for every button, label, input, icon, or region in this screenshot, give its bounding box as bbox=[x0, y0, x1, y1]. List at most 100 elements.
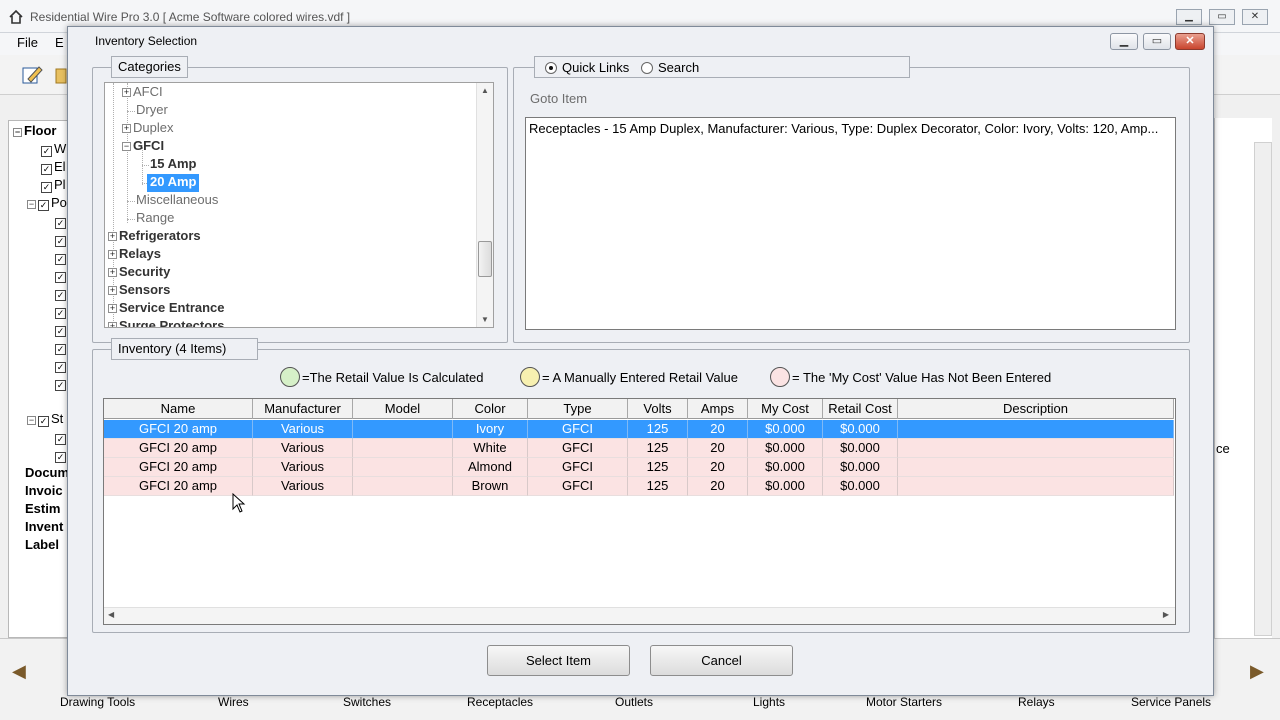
main-minimize-button[interactable]: ▁ bbox=[1176, 9, 1202, 25]
tab-receptacles[interactable]: Receptacles bbox=[467, 695, 533, 709]
main-maximize-button[interactable]: ▭ bbox=[1209, 9, 1235, 25]
main-close-button[interactable]: ✕ bbox=[1242, 9, 1268, 25]
column-header[interactable]: Name bbox=[104, 399, 253, 419]
categories-tree[interactable]: + AFCI Dryer + Duplex − GFCI 15 Amp 20 Amp … bbox=[104, 82, 494, 328]
column-header[interactable]: My Cost bbox=[748, 399, 823, 419]
checkbox-checked-icon[interactable]: ✓ bbox=[55, 308, 66, 319]
dialog-minimize-button[interactable]: ▁ bbox=[1110, 33, 1138, 50]
tree-invoices[interactable]: Invoic bbox=[25, 483, 63, 501]
checkbox-checked-icon[interactable]: ✓ bbox=[55, 272, 66, 283]
expand-icon[interactable]: + bbox=[108, 322, 117, 327]
tab-switches[interactable]: Switches bbox=[343, 695, 391, 709]
tree-item[interactable]: ✓ W bbox=[41, 141, 66, 159]
checkbox-checked-icon[interactable]: ✓ bbox=[55, 236, 66, 247]
tree-item[interactable]: ✓ El bbox=[41, 159, 66, 177]
checkbox-checked-icon[interactable]: ✓ bbox=[41, 182, 52, 193]
checkbox-checked-icon[interactable]: ✓ bbox=[55, 254, 66, 265]
tab-wires[interactable]: Wires bbox=[218, 695, 249, 709]
column-header[interactable]: Description bbox=[898, 399, 1174, 419]
scrollbar-thumb[interactable] bbox=[478, 241, 492, 277]
column-header[interactable]: Retail Cost bbox=[823, 399, 898, 419]
column-header[interactable]: Color bbox=[453, 399, 528, 419]
tab-drawing-tools[interactable]: Drawing Tools bbox=[60, 695, 135, 709]
tree-documents[interactable]: Docum bbox=[25, 465, 69, 483]
scroll-up-arrow-icon[interactable]: ▲ bbox=[481, 86, 489, 95]
checkbox-checked-icon[interactable]: ✓ bbox=[55, 362, 66, 373]
checkbox-checked-icon[interactable]: ✓ bbox=[55, 290, 66, 301]
tab-outlets[interactable]: Outlets bbox=[615, 695, 653, 709]
tree-node-15-amp[interactable]: 15 Amp bbox=[150, 156, 196, 174]
column-header[interactable]: Amps bbox=[688, 399, 748, 419]
scroll-left-arrow-icon[interactable]: ◀ bbox=[12, 661, 26, 682]
tree-node-range[interactable]: Range bbox=[136, 210, 174, 228]
tree-node-refrigerators[interactable]: + Refrigerators bbox=[108, 228, 201, 246]
dialog-maximize-button[interactable]: ▭ bbox=[1143, 33, 1171, 50]
checkbox-checked-icon[interactable]: ✓ bbox=[41, 164, 52, 175]
grid-horizontal-scrollbar[interactable]: ◀ ▶ bbox=[104, 607, 1175, 624]
expand-icon[interactable]: + bbox=[108, 286, 117, 295]
categories-scrollbar[interactable]: ▲ ▼ bbox=[476, 83, 493, 327]
table-row[interactable]: GFCI 20 amp Various Almond GFCI 125 20 $0.000 $… bbox=[104, 458, 1174, 477]
tree-item[interactable]: − ✓ St bbox=[27, 411, 63, 429]
select-item-button[interactable]: Select Item bbox=[487, 645, 630, 676]
collapse-icon[interactable]: − bbox=[27, 416, 36, 425]
tree-node-security[interactable]: + Security bbox=[108, 264, 170, 282]
tree-labels[interactable]: Label bbox=[25, 537, 59, 555]
search-radio[interactable]: Search bbox=[641, 58, 699, 80]
cancel-button[interactable]: Cancel bbox=[650, 645, 793, 676]
tree-node-duplex[interactable]: + Duplex bbox=[122, 120, 173, 138]
scroll-down-arrow-icon[interactable]: ▼ bbox=[481, 315, 489, 324]
tree-node-afci[interactable]: + AFCI bbox=[122, 84, 163, 102]
table-row[interactable]: GFCI 20 amp Various Brown GFCI 125 20 $0.000 $0… bbox=[104, 477, 1174, 496]
checkbox-checked-icon[interactable]: ✓ bbox=[38, 416, 49, 427]
tree-floor[interactable]: − Floor bbox=[13, 123, 57, 141]
tree-item[interactable]: − ✓ Po bbox=[27, 195, 67, 213]
column-header[interactable]: Model bbox=[353, 399, 453, 419]
collapse-icon[interactable]: − bbox=[13, 128, 22, 137]
tree-item[interactable]: ✓ Pl bbox=[41, 177, 66, 195]
tree-estimates[interactable]: Estim bbox=[25, 501, 60, 519]
inventory-grid[interactable]: Name Manufacturer Model Color Type Volts Amps M… bbox=[103, 398, 1176, 625]
tree-node-relays[interactable]: + Relays bbox=[108, 246, 161, 264]
column-header[interactable]: Type bbox=[528, 399, 628, 419]
tree-node-dryer[interactable]: Dryer bbox=[136, 102, 168, 120]
tree-node-surge-protectors[interactable]: + Surge Protectors bbox=[108, 318, 224, 327]
tab-motor-starters[interactable]: Motor Starters bbox=[866, 695, 942, 709]
table-row[interactable]: GFCI 20 amp Various Ivory GFCI 125 20 $0.000 $0… bbox=[104, 420, 1174, 439]
checkbox-checked-icon[interactable]: ✓ bbox=[55, 344, 66, 355]
checkbox-checked-icon[interactable]: ✓ bbox=[55, 326, 66, 337]
table-row[interactable]: GFCI 20 amp Various White GFCI 125 20 $0.000 $0… bbox=[104, 439, 1174, 458]
column-header[interactable]: Manufacturer bbox=[253, 399, 353, 419]
checkbox-checked-icon[interactable]: ✓ bbox=[41, 146, 52, 157]
scroll-right-arrow-icon[interactable]: ▶ bbox=[1163, 610, 1169, 619]
tab-lights[interactable]: Lights bbox=[753, 695, 785, 709]
checkbox-checked-icon[interactable]: ✓ bbox=[55, 218, 66, 229]
expand-icon[interactable]: + bbox=[108, 250, 117, 259]
collapse-icon[interactable]: − bbox=[122, 142, 131, 151]
tree-node-20-amp[interactable]: 20 Amp bbox=[147, 174, 200, 192]
menu-edit[interactable]: E bbox=[55, 35, 64, 50]
expand-icon[interactable]: + bbox=[108, 268, 117, 277]
scroll-right-arrow-icon[interactable]: ▶ bbox=[1250, 661, 1264, 682]
right-panel-scrollbar[interactable] bbox=[1254, 142, 1272, 636]
scroll-left-arrow-icon[interactable]: ◀ bbox=[108, 610, 114, 619]
tree-node-service-entrance[interactable]: + Service Entrance bbox=[108, 300, 225, 318]
expand-icon[interactable]: + bbox=[122, 88, 131, 97]
expand-icon[interactable]: + bbox=[122, 124, 131, 133]
dialog-close-button[interactable]: ✕ bbox=[1175, 33, 1205, 50]
expand-icon[interactable]: + bbox=[108, 304, 117, 313]
goto-item-entry[interactable]: Receptacles - 15 Amp Duplex, Manufacture… bbox=[529, 121, 1172, 136]
menu-file[interactable]: File bbox=[17, 35, 38, 50]
checkbox-checked-icon[interactable]: ✓ bbox=[55, 434, 66, 445]
collapse-icon[interactable]: − bbox=[27, 200, 36, 209]
expand-icon[interactable]: + bbox=[108, 232, 117, 241]
tree-inventory[interactable]: Invent bbox=[25, 519, 63, 537]
tab-relays[interactable]: Relays bbox=[1018, 695, 1055, 709]
checkbox-checked-icon[interactable]: ✓ bbox=[55, 380, 66, 391]
tree-node-sensors[interactable]: + Sensors bbox=[108, 282, 170, 300]
edit-pencil-icon[interactable] bbox=[20, 63, 44, 87]
tab-service-panels[interactable]: Service Panels bbox=[1131, 695, 1211, 709]
radio-selected-icon[interactable] bbox=[545, 62, 557, 74]
quick-links-radio[interactable]: Quick Links bbox=[545, 58, 629, 80]
tree-node-gfci[interactable]: − GFCI bbox=[122, 138, 164, 156]
